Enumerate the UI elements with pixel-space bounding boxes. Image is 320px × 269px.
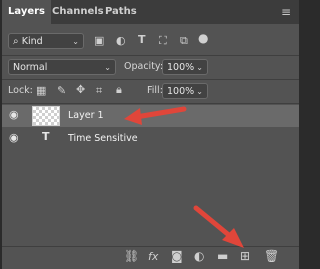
fill-field[interactable]: 100% ⌄ <box>162 83 208 99</box>
layers-bottom-bar: ⛓ fx ◙ ◐ ▬ ⊞ 🗑︎ <box>2 246 299 269</box>
new-group-icon[interactable]: ▬ <box>217 249 228 263</box>
chevron-down-icon: ⌄ <box>104 63 111 72</box>
opacity-value: 100% <box>167 62 195 73</box>
delete-layer-icon[interactable]: 🗑︎ <box>264 249 279 263</box>
fill-label: Fill: <box>147 85 163 96</box>
filter-kind-label: Kind <box>21 36 43 47</box>
layer-row-time-sensitive[interactable]: ◉ T Time Sensitive <box>2 128 299 150</box>
layer-name: Time Sensitive <box>68 133 138 144</box>
filter-row: ⌕ Kind ⌄ ▣ ◐ T ⛶ ⧉ ● <box>2 31 299 53</box>
divider <box>2 55 299 56</box>
lock-label: Lock: <box>8 85 33 96</box>
smart-object-filter-icon[interactable]: ⧉ <box>180 34 188 48</box>
adjustment-layer-icon[interactable]: ◐ <box>194 249 204 263</box>
pixel-filter-icon[interactable]: ▣ <box>94 34 104 47</box>
lock-position-icon[interactable]: ✥ <box>76 83 85 96</box>
opacity-field[interactable]: 100% ⌄ <box>162 59 208 75</box>
search-icon: ⌕ <box>13 36 22 47</box>
annotation-arrow-new-layer <box>193 205 244 248</box>
layer-style-icon[interactable]: fx <box>148 250 158 263</box>
layer-name: Layer 1 <box>68 110 104 121</box>
lock-row: Lock: ▦ ✎ ✥ ⌗ 🔒︎ Fill: 100% ⌄ <box>2 83 299 101</box>
blend-mode-value: Normal <box>13 62 48 73</box>
annotation-arrow-layer <box>124 106 187 125</box>
chevron-down-icon: ⌄ <box>196 63 203 72</box>
tab-layers[interactable]: Layers <box>2 0 51 24</box>
chevron-down-icon: ⌄ <box>196 87 203 96</box>
visibility-eye-icon[interactable]: ◉ <box>9 108 19 121</box>
lock-transparent-icon[interactable]: ▦ <box>36 84 46 97</box>
layer-thumbnail <box>32 106 60 126</box>
panel-tabbar: Layers Channels Paths ≡ <box>2 0 299 24</box>
add-mask-icon[interactable]: ◙ <box>171 249 183 263</box>
opacity-label: Opacity: <box>124 61 164 72</box>
blend-mode-dropdown[interactable]: Normal ⌄ <box>8 59 116 75</box>
shape-filter-icon[interactable]: ⛶ <box>159 34 167 48</box>
blend-row: Normal ⌄ Opacity: 100% ⌄ <box>2 59 299 77</box>
chevron-down-icon: ⌄ <box>72 37 79 46</box>
filter-toggle-icon[interactable]: ● <box>198 31 208 45</box>
type-filter-icon[interactable]: T <box>138 33 146 46</box>
lock-brush-icon[interactable]: ✎ <box>57 84 66 97</box>
panel-menu-icon[interactable]: ≡ <box>281 5 291 19</box>
lock-all-icon[interactable]: 🔒︎ <box>116 83 122 97</box>
text-layer-icon: T <box>42 130 50 143</box>
lock-artboard-icon[interactable]: ⌗ <box>96 84 102 98</box>
divider <box>2 79 299 80</box>
fill-value: 100% <box>167 86 195 97</box>
adjustment-filter-icon[interactable]: ◐ <box>116 34 126 47</box>
visibility-eye-icon[interactable]: ◉ <box>9 131 19 144</box>
link-layers-icon[interactable]: ⛓ <box>124 249 139 263</box>
new-layer-icon[interactable]: ⊞ <box>240 249 250 263</box>
filter-kind-dropdown[interactable]: ⌕ Kind ⌄ <box>8 33 84 49</box>
tab-paths[interactable]: Paths <box>105 0 137 24</box>
layers-panel: Layers Channels Paths ≡ ⌕ Kind ⌄ ▣ ◐ T ⛶… <box>2 0 299 269</box>
tab-channels[interactable]: Channels <box>52 0 104 24</box>
